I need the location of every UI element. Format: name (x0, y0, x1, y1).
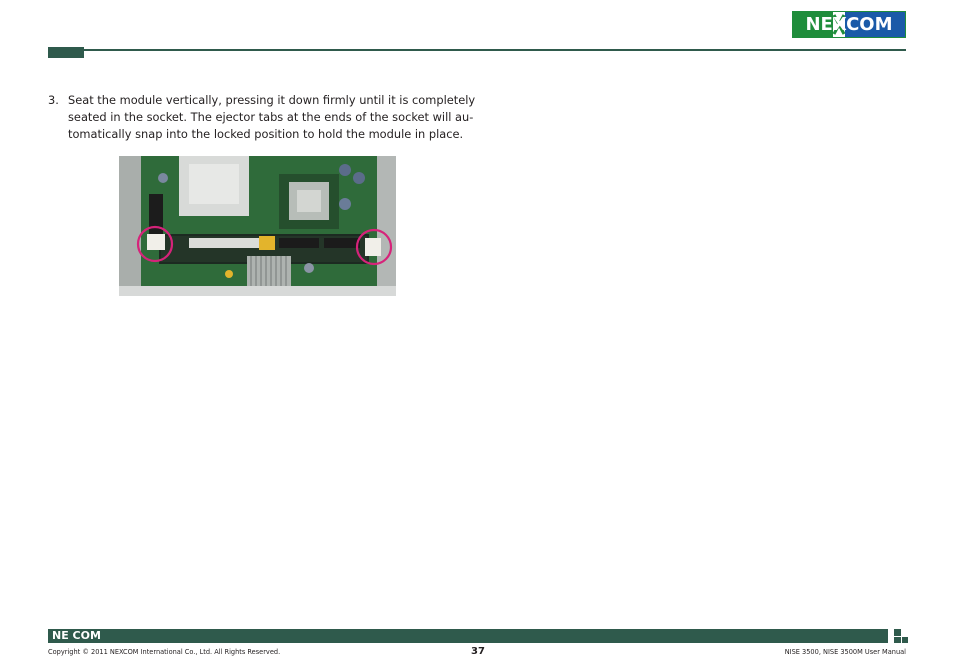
page-number: 37 (471, 646, 485, 657)
footer-square (894, 629, 901, 636)
footer-square (894, 637, 901, 643)
footer-square (902, 637, 908, 643)
motherboard-illustration (119, 156, 396, 296)
header-rule (84, 49, 906, 51)
module-installation-photo (119, 156, 396, 296)
logo-text: NEXCOM (805, 14, 893, 35)
manual-title: NISE 3500, NISE 3500M User Manual (784, 648, 906, 656)
header-accent-block (48, 47, 84, 58)
step-line: Seat the module vertically, pressing it … (68, 93, 476, 107)
copyright-text: Copyright © 2011 NEXCOM International Co… (48, 648, 281, 656)
step-line: tomatically snap into the locked positio… (68, 127, 464, 141)
step-line: seated in the socket. The ejector tabs a… (68, 110, 474, 124)
step-text: Seat the module vertically, pressing it … (68, 92, 476, 143)
footer-logo: NE COM (52, 629, 101, 642)
step-number: 3. (48, 93, 59, 107)
footer-bar (48, 629, 888, 643)
nexcom-logo: NEXCOM (792, 11, 906, 38)
